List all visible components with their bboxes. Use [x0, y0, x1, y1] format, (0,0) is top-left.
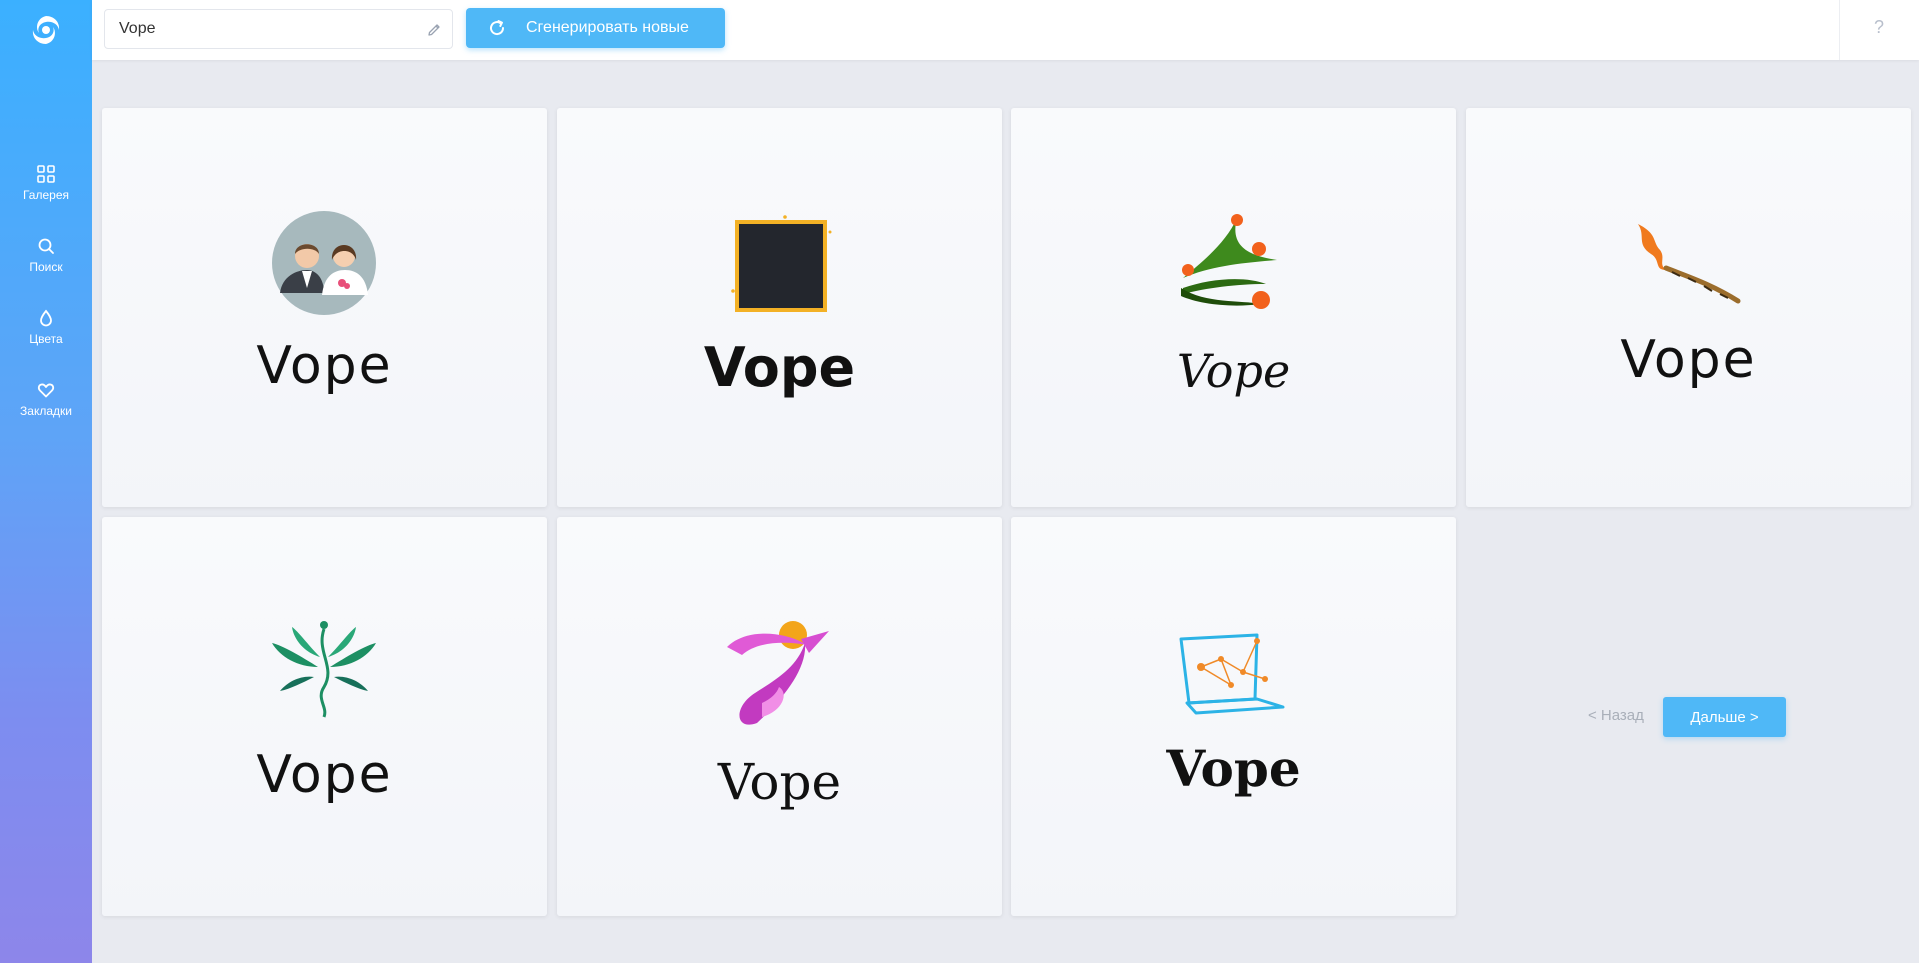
logo-text: Vope — [1176, 344, 1291, 398]
grid-icon — [37, 165, 55, 183]
sidebar-item-bookmarks[interactable]: Закладки — [0, 381, 92, 441]
logo-card[interactable]: Vope — [102, 108, 547, 507]
next-page-button[interactable]: Дальше > — [1663, 697, 1786, 737]
logo-card[interactable]: Vope — [557, 517, 1002, 916]
sidebar-item-label: Поиск — [29, 260, 63, 274]
logo-text: Vope — [717, 753, 842, 811]
logo-text: Vope — [1620, 330, 1757, 390]
search-icon — [38, 238, 54, 254]
generate-new-button[interactable]: Сгенерировать новые — [466, 8, 725, 48]
refresh-icon — [490, 20, 505, 36]
sidebar: Галерея Поиск Цвета Закладки — [0, 0, 92, 963]
name-field[interactable] — [104, 9, 453, 49]
help-area: ? — [1839, 0, 1919, 60]
logo-card[interactable]: Vope — [1011, 517, 1456, 916]
sidebar-item-label: Галерея — [22, 188, 70, 202]
logo-card[interactable]: Vope — [102, 517, 547, 916]
laptop-network-icon — [1179, 633, 1285, 715]
flame-brush-icon — [1638, 224, 1741, 304]
sidebar-item-gallery[interactable]: Галерея — [0, 165, 92, 225]
name-input[interactable] — [105, 10, 405, 48]
christmas-tree-icon — [1181, 214, 1277, 309]
wedding-couple-icon — [272, 211, 376, 315]
ribbon-figure-icon — [727, 621, 829, 725]
logo-card[interactable]: Vope — [557, 108, 1002, 507]
sidebar-item-label: Закладки — [20, 404, 72, 418]
logo-text: Vope — [256, 745, 393, 805]
sidebar-item-search[interactable]: Поиск — [0, 237, 92, 297]
app-logo-icon[interactable] — [28, 12, 64, 48]
logo-card[interactable]: Vope — [1011, 108, 1456, 507]
logo-card[interactable]: Vope — [1466, 108, 1911, 507]
leaf-woman-icon — [272, 621, 376, 718]
sidebar-item-label: Цвета — [29, 332, 63, 346]
pencil-icon[interactable] — [426, 22, 442, 38]
generate-new-label: Сгенерировать новые — [526, 19, 689, 36]
prev-page-link[interactable]: < Назад — [1588, 707, 1644, 724]
logo-text: Vope — [256, 336, 393, 396]
top-bar: Сгенерировать новые ? — [92, 0, 1919, 60]
logo-text: Vope — [703, 336, 856, 399]
logo-text: Vope — [1166, 739, 1301, 798]
drop-icon — [40, 309, 52, 327]
dark-square-icon — [731, 215, 832, 312]
help-button[interactable]: ? — [1874, 17, 1884, 38]
heart-icon — [37, 383, 55, 398]
sidebar-item-colors[interactable]: Цвета — [0, 309, 92, 369]
